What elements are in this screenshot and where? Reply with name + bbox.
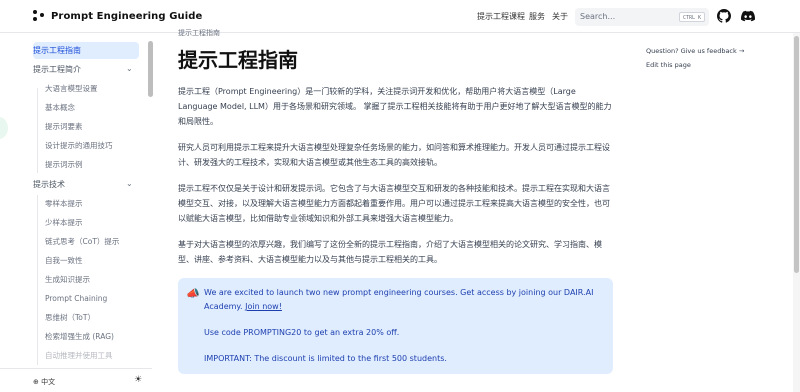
logo-text: Prompt Engineering Guide xyxy=(51,10,203,22)
sidebar-item-label: 思维树（ToT） xyxy=(45,313,95,322)
sidebar-item-label: 自动推理并使用工具 xyxy=(45,351,113,360)
sidebar-item-zero-shot[interactable]: 零样本提示 xyxy=(45,195,139,212)
nav-courses[interactable]: 提示工程课程 xyxy=(477,11,525,22)
sidebar-item-label: 设计提示的通用技巧 xyxy=(45,141,113,150)
sidebar: 提示工程指南 提示工程简介 ⌄ 大语言模型设置 基本概念 提示词要素 设计提示的… xyxy=(0,33,153,392)
intro-paragraph-3: 提示工程不仅仅是关于设计和研发提示词。它包含了与大语言模型交互和研发的各种技能和… xyxy=(178,184,610,223)
sidebar-item-label: 大语言模型设置 xyxy=(45,84,98,93)
sidebar-item-tot[interactable]: 思维树（ToT） xyxy=(45,309,139,326)
join-now-link[interactable]: Join now! xyxy=(245,302,282,311)
search-placeholder: Search... xyxy=(580,12,616,21)
sidebar-item-label: Prompt Chaining xyxy=(45,294,108,303)
nav-about[interactable]: 关于 xyxy=(552,11,568,22)
sidebar-item-label: 零样本提示 xyxy=(45,199,83,208)
page-title: 提示工程指南 xyxy=(178,48,298,72)
edit-page-link[interactable]: Edit this page xyxy=(646,61,691,69)
breadcrumb[interactable]: 提示工程指南 xyxy=(178,28,220,38)
theme-toggle-icon[interactable]: ☀ xyxy=(134,375,142,385)
intro-paragraph-1: 提示工程（Prompt Engineering）是一门较新的学科，关注提示词开发… xyxy=(178,87,612,126)
language-label: 中文 xyxy=(41,378,56,386)
top-navbar: Prompt Engineering Guide 提示工程课程 服务 关于 Se… xyxy=(0,0,800,33)
sidebar-item-label: 生成知识提示 xyxy=(45,275,90,284)
tree-line xyxy=(37,195,38,365)
chevron-down-icon[interactable]: ⌄ xyxy=(126,64,133,73)
sidebar-item-consistency[interactable]: 自我一致性 xyxy=(45,252,139,269)
announcement-callout: 📣 We are excited to launch two new promp… xyxy=(178,278,613,374)
sidebar-item-basics[interactable]: 基本概念 xyxy=(45,99,139,116)
sidebar-scrollbar[interactable] xyxy=(148,41,153,97)
search-input[interactable]: Search... CTRL K xyxy=(575,8,709,26)
sidebar-item-label: 链式思考（CoT）提示 xyxy=(45,237,120,246)
nav-services[interactable]: 服务 xyxy=(529,11,545,22)
intro-paragraph-4: 基于对大语言模型的浓厚兴趣，我们编写了这份全新的提示工程指南，介绍了大语言模型相… xyxy=(178,240,602,264)
sidebar-item-examples[interactable]: 提示词示例 xyxy=(45,156,139,173)
language-switcher[interactable]: ⊕ 中文 xyxy=(33,377,55,387)
sidebar-item-label: 少样本提示 xyxy=(45,218,83,227)
tree-line xyxy=(37,88,38,173)
globe-icon: ⊕ xyxy=(33,378,39,386)
sidebar-item-knowledge[interactable]: 生成知识提示 xyxy=(45,271,139,288)
github-icon[interactable] xyxy=(717,9,731,23)
megaphone-icon: 📣 xyxy=(186,287,200,300)
sidebar-footer: ⊕ 中文 ☀ xyxy=(0,368,152,392)
logo-icon xyxy=(33,10,45,22)
callout-line-3: IMPORTANT: The discount is limited to th… xyxy=(204,354,447,363)
sidebar-item-techniques[interactable]: 提示技术 xyxy=(33,176,139,193)
sidebar-item-label: 提示词要素 xyxy=(45,122,83,131)
sidebar-item-prompt-chaining[interactable]: Prompt Chaining xyxy=(45,290,139,307)
chevron-down-icon[interactable]: ⌄ xyxy=(126,179,133,188)
feedback-link[interactable]: Question? Give us feedback → xyxy=(646,47,744,55)
site-logo[interactable]: Prompt Engineering Guide xyxy=(33,10,202,22)
sidebar-item-llm-settings[interactable]: 大语言模型设置 xyxy=(45,80,139,97)
sidebar-item-tips[interactable]: 设计提示的通用技巧 xyxy=(45,137,139,154)
sidebar-item-label: 自我一致性 xyxy=(45,256,83,265)
sidebar-item-label: 检索增强生成 (RAG) xyxy=(45,332,114,341)
sidebar-item-cot[interactable]: 链式思考（CoT）提示 xyxy=(45,233,139,250)
callout-text: We are excited to launch two new prompt … xyxy=(204,286,604,314)
decorative-dot xyxy=(0,117,8,139)
sidebar-item-introduction[interactable]: 提示工程简介 xyxy=(33,61,139,78)
sidebar-item-elements[interactable]: 提示词要素 xyxy=(45,118,139,135)
sidebar-item-rag[interactable]: 检索增强生成 (RAG) xyxy=(45,328,139,345)
discord-icon[interactable] xyxy=(741,9,755,23)
intro-paragraph-2: 研究人员可利用提示工程来提升大语言模型处理复杂任务场景的能力，如问答和算术推理能… xyxy=(178,143,610,167)
sidebar-item-label: 基本概念 xyxy=(45,103,75,112)
sidebar-item-prompt-guide[interactable]: 提示工程指南 xyxy=(33,42,139,59)
callout-line-2: Use code PROMPTING20 to get an extra 20%… xyxy=(204,328,400,337)
sidebar-item-label: 提示工程指南 xyxy=(33,46,81,55)
search-shortcut: CTRL K xyxy=(678,12,705,22)
sidebar-item-few-shot[interactable]: 少样本提示 xyxy=(45,214,139,231)
sidebar-item-label: 提示工程简介 xyxy=(33,65,81,74)
sidebar-item-label: 提示词示例 xyxy=(45,160,83,169)
sidebar-item-label: 提示技术 xyxy=(33,180,65,189)
sidebar-item-art[interactable]: 自动推理并使用工具 xyxy=(45,347,139,364)
page-scrollbar-thumb[interactable] xyxy=(794,36,799,273)
